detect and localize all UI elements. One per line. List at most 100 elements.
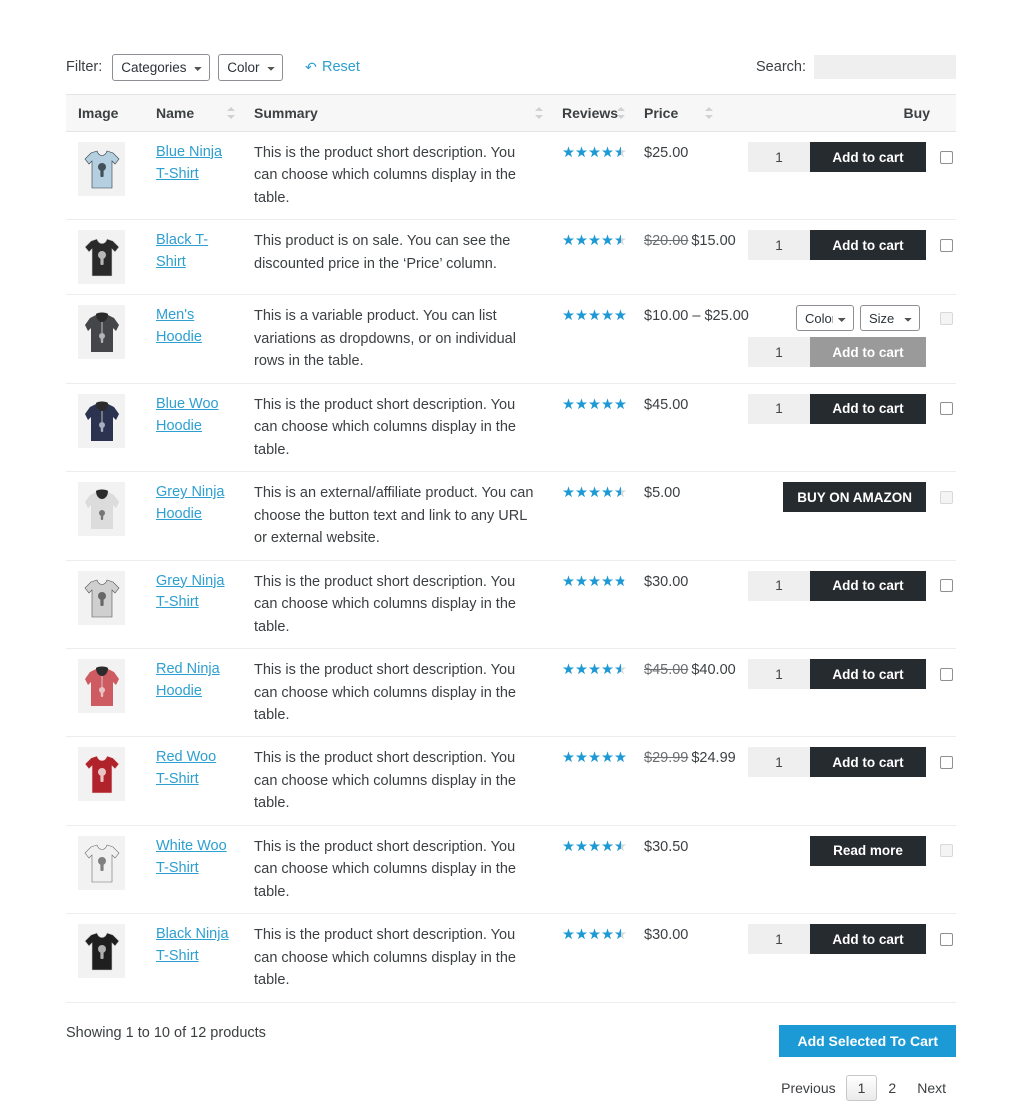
product-name-link[interactable]: Black Ninja T-Shirt [156,924,232,968]
column-header-price[interactable]: Price [632,95,720,132]
price-regular: $45.00 [644,662,688,678]
product-name-link[interactable]: Grey Ninja T-Shirt [156,571,232,615]
product-name-link[interactable]: Blue Ninja T-Shirt [156,142,232,186]
search-label: Search: [756,59,806,75]
select-row-checkbox[interactable] [940,933,953,946]
cell-price: $45.00 [632,383,720,471]
cell-image [66,825,144,913]
buy-controls: Read more [732,836,956,866]
product-name-link[interactable]: Red Woo T-Shirt [156,747,232,791]
product-thumbnail-image[interactable] [78,305,125,359]
select-row-checkbox[interactable] [940,756,953,769]
star-rating-filled: ★★★★★ [562,928,621,943]
product-thumbnail-image[interactable] [78,230,125,284]
product-name-link[interactable]: Blue Woo Hoodie [156,394,232,438]
add-to-cart-button[interactable]: Add to cart [810,571,926,601]
product-name-link[interactable]: Black T-Shirt [156,230,232,274]
quantity-input[interactable] [748,337,810,367]
column-header-image: Image [66,95,144,132]
quantity-input[interactable] [748,394,810,424]
quantity-input[interactable] [748,571,810,601]
product-thumbnail-image[interactable] [78,924,125,978]
cell-price: $10.00 – $25.00 [632,295,720,383]
star-rating: ★★★★★★★★★★ [562,398,627,413]
select-row-checkbox[interactable] [940,239,953,252]
quantity-input[interactable] [748,924,810,954]
product-name-link[interactable]: Grey Ninja Hoodie [156,482,232,526]
product-summary-text: This is the product short description. Y… [254,574,516,635]
add-to-cart-button[interactable]: Add to cart [810,747,926,777]
product-thumbnail-image[interactable] [78,394,125,448]
column-header-reviews[interactable]: Reviews [550,95,632,132]
add-selected-to-cart-button[interactable]: Add Selected To Cart [779,1025,956,1057]
column-header-summary[interactable]: Summary [242,95,550,132]
categories-filter-select[interactable]: Categories [112,54,210,81]
add-to-cart-row: Add to cart [732,394,956,424]
filter-label: Filter: [66,59,102,75]
select-row-checkbox[interactable] [940,668,953,681]
pagination-previous[interactable]: Previous [771,1077,845,1099]
search-input[interactable] [814,55,956,79]
quantity-input[interactable] [748,230,810,260]
product-thumbnail-image[interactable] [78,836,125,890]
star-rating: ★★★★★★★★★★ [562,840,627,855]
cell-name: Black T-Shirt [144,220,242,295]
select-row-checkbox [940,844,953,857]
star-rating-filled: ★★★★★ [562,840,621,855]
add-to-cart-button[interactable]: Add to cart [810,394,926,424]
product-name-link[interactable]: Red Ninja Hoodie [156,659,232,703]
table-row: Red Ninja Hoodie This is the product shor… [66,649,956,737]
product-name-link[interactable]: White Woo T-Shirt [156,836,232,880]
product-name-link[interactable]: Men's Hoodie [156,305,232,349]
column-header-name[interactable]: Name [144,95,242,132]
price-regular: $29.99 [644,750,688,766]
color-filter-select[interactable]: Color [218,54,283,81]
reset-filters-link[interactable]: ↷ Reset [305,59,360,76]
product-thumbnail-image[interactable] [78,659,125,713]
cell-price: $25.00 [632,132,720,220]
search-group: Search: [756,55,956,79]
read-more-button[interactable]: Read more [810,836,926,866]
table-row: Red Woo T-Shirt This is the product short… [66,737,956,825]
cell-image [66,560,144,648]
product-thumbnail-image[interactable] [78,142,125,196]
add-to-cart-row: Add to cart [732,142,956,172]
sort-indicator-icon [227,106,236,120]
price-value: $30.00 [644,574,688,590]
pagination-page-1[interactable]: 1 [846,1075,878,1101]
pagination-page-2[interactable]: 2 [877,1076,907,1100]
cell-price: $30.00 [632,560,720,648]
variation-select-color[interactable]: Color [796,305,854,331]
add-to-cart-button[interactable]: Add to cart [810,142,926,172]
product-thumbnail-image[interactable] [78,571,125,625]
price-value: $30.50 [644,839,688,855]
product-summary-text: This is the product short description. Y… [254,662,516,723]
cell-summary: This is the product short description. Y… [242,132,550,220]
sort-indicator-icon [617,106,626,120]
quantity-input[interactable] [748,659,810,689]
quantity-input[interactable] [748,142,810,172]
cell-reviews: ★★★★★★★★★★ [550,383,632,471]
add-to-cart-button[interactable]: Add to cart [810,230,926,260]
star-rating-filled: ★★★★★ [562,575,624,590]
select-row-checkbox[interactable] [940,151,953,164]
cell-price: $5.00 [632,472,720,560]
star-rating: ★★★★★★★★★★ [562,486,627,501]
pagination-next[interactable]: Next [907,1077,956,1099]
product-summary-text: This is the product short description. Y… [254,750,516,811]
add-to-cart-button[interactable]: Add to cart [810,924,926,954]
price-sale: $15.00 [691,233,735,249]
quantity-input[interactable] [748,747,810,777]
product-table-container: Filter: Categories Color ↷ Reset Search: [66,48,956,1101]
add-to-cart-button[interactable]: Add to cart [810,659,926,689]
buy-on-amazon-button[interactable]: BUY ON AMAZON [783,482,926,512]
select-row-checkbox[interactable] [940,579,953,592]
cell-summary: This is the product short description. Y… [242,914,550,1002]
price-sale: $40.00 [691,662,735,678]
cell-buy: Add to cart [720,737,956,825]
select-row-checkbox[interactable] [940,402,953,415]
variation-select-size[interactable]: Size [860,305,920,331]
cell-price: $20.00$15.00 [632,220,720,295]
product-thumbnail-image[interactable] [78,482,125,536]
product-thumbnail-image[interactable] [78,747,125,801]
